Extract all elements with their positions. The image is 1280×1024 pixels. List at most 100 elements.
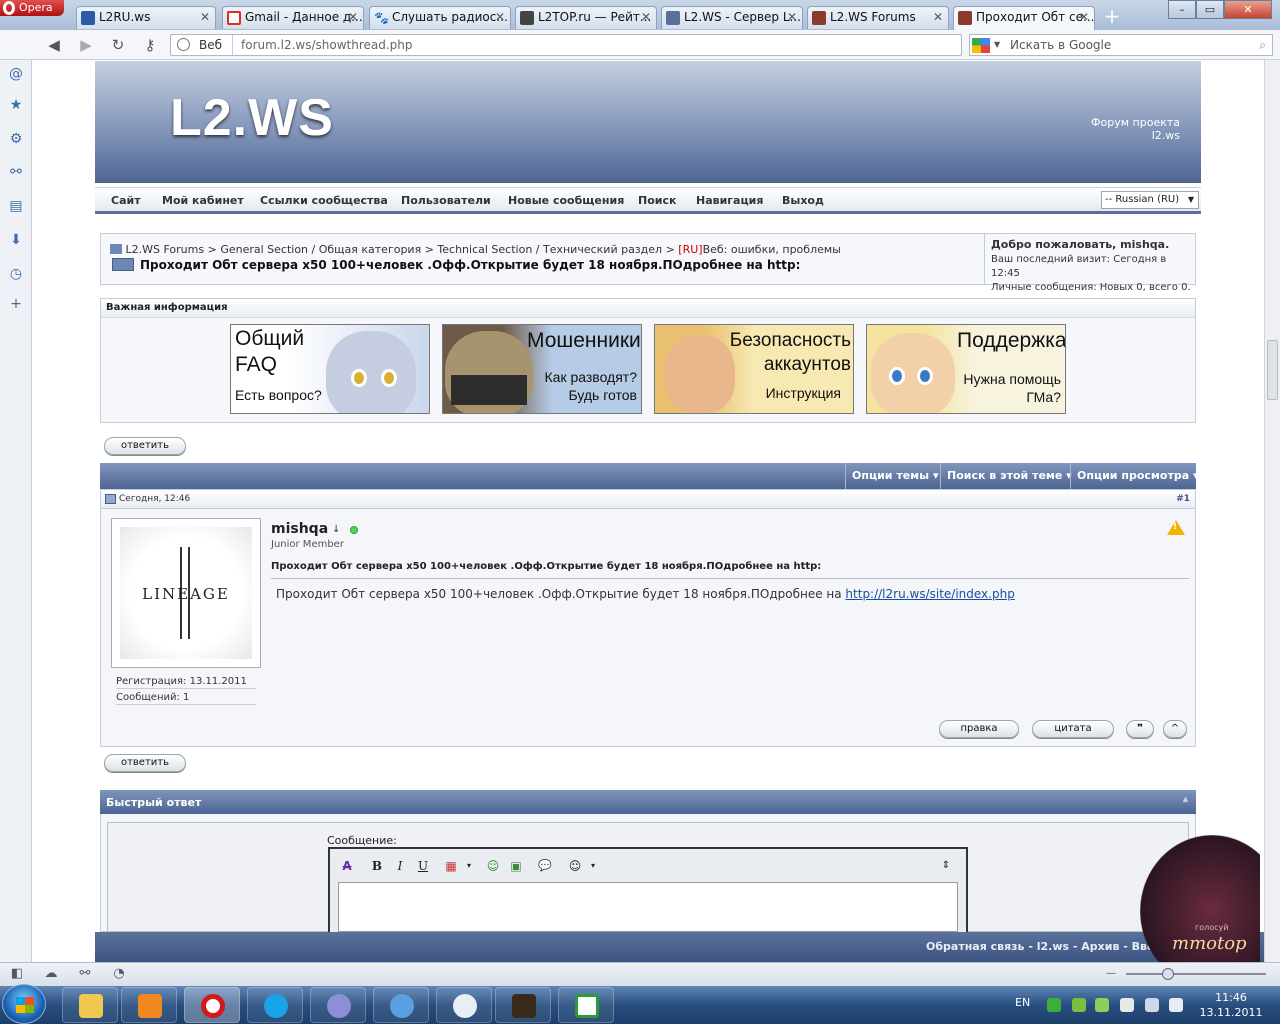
resize-icon[interactable]: ⇕ xyxy=(937,857,955,875)
taskbar-opera[interactable] xyxy=(184,987,240,1023)
tray-icon[interactable] xyxy=(1120,998,1134,1012)
tab-radio[interactable]: 🐾 Слушать радиос... ✕ xyxy=(369,6,511,29)
tab-close-icon[interactable]: ✕ xyxy=(495,7,505,28)
nav-link-logout[interactable]: Выход xyxy=(782,194,824,207)
forum-footer[interactable]: Обратная связь - l2.ws - Архив - Ввер xyxy=(95,932,1264,962)
forward-arrow-icon[interactable]: ▶ xyxy=(77,36,95,54)
quote-button[interactable]: цитата xyxy=(1032,720,1114,738)
search-icon[interactable]: ⌕ xyxy=(1259,35,1266,55)
private-messages[interactable]: Личные сообщения: Новых 0, всего 0. xyxy=(991,282,1191,293)
tab-l2top[interactable]: L2TOP.ru — Рейт... ✕ xyxy=(515,6,657,29)
downloads-icon[interactable]: ⬇ xyxy=(8,232,24,248)
thread-options-menu[interactable]: Опции темы ▾ xyxy=(845,463,944,489)
nav-link-usercp[interactable]: Мой кабинет xyxy=(162,194,244,207)
tab-close-icon[interactable]: ✕ xyxy=(933,7,943,28)
taskbar-skype[interactable] xyxy=(247,987,303,1023)
tab-l2ru[interactable]: L2RU.ws ✕ xyxy=(76,6,216,29)
collapse-icon[interactable]: ⩓ xyxy=(1183,795,1188,805)
banner-security[interactable]: Безопасность аккаунтов Инструкция xyxy=(654,324,854,414)
nav-link-search[interactable]: Поиск xyxy=(638,194,676,207)
scrollbar-thumb[interactable] xyxy=(1267,340,1278,400)
taskbar-pidgin[interactable] xyxy=(310,987,366,1023)
tab-gmail[interactable]: Gmail - Данное д... ✕ xyxy=(222,6,364,29)
avatar[interactable]: LINEAGE xyxy=(111,518,261,668)
taskbar-clock[interactable]: 11:46 13.11.2011 xyxy=(1195,990,1267,1020)
banner-faq[interactable]: Общий FAQ Есть вопрос? xyxy=(230,324,430,414)
key-icon[interactable]: ⚷ xyxy=(141,36,159,54)
new-tab-button[interactable]: + xyxy=(1100,6,1124,26)
site-logo[interactable]: L2.WS xyxy=(170,88,334,148)
tray-icon[interactable] xyxy=(1047,998,1061,1012)
tray-icon[interactable] xyxy=(1072,998,1086,1012)
zoom-slider-knob[interactable] xyxy=(1162,968,1174,980)
reply-button-bottom[interactable]: ответить xyxy=(104,754,186,772)
breadcrumb-technical[interactable]: Technical Section / Технический раздел xyxy=(437,243,662,256)
taskbar-qip[interactable] xyxy=(373,987,429,1023)
reload-icon[interactable]: ↻ xyxy=(109,36,127,54)
search-field[interactable]: ▼ Искать в Google ⌕ xyxy=(969,34,1273,56)
reply-button-top[interactable]: ответить xyxy=(104,437,186,455)
smiley-icon[interactable]: ☺ xyxy=(566,857,584,875)
history-clock-icon[interactable]: ◷ xyxy=(8,266,24,282)
taskbar-explorer[interactable] xyxy=(62,987,118,1023)
nav-link-new-posts[interactable]: Новые сообщения xyxy=(508,194,624,207)
bookmarks-star-icon[interactable]: ★ xyxy=(8,97,24,113)
maximize-button[interactable]: ▭ xyxy=(1196,0,1224,19)
text-color-icon[interactable]: ▦ xyxy=(442,857,460,875)
multiquote-icon[interactable]: ❞ xyxy=(1126,720,1154,738)
panel-toggle-icon[interactable]: ◧ xyxy=(9,966,25,982)
nav-link-site[interactable]: Сайт xyxy=(111,194,141,207)
close-window-button[interactable]: ✕ xyxy=(1224,0,1272,19)
tab-close-icon[interactable]: ✕ xyxy=(1079,7,1089,28)
tab-close-icon[interactable]: ✕ xyxy=(348,7,358,28)
breadcrumb-general[interactable]: General Section / Общая категория xyxy=(220,243,421,256)
taskbar-media-player[interactable] xyxy=(121,987,177,1023)
back-arrow-icon[interactable]: ◀ xyxy=(45,36,63,54)
opera-menu-button[interactable]: Opera xyxy=(0,0,64,16)
address-field[interactable]: Веб forum.l2.ws/showthread.php xyxy=(170,34,962,56)
tab-l2ws-forums[interactable]: L2.WS Forums ✕ xyxy=(807,6,949,29)
widgets-gear-icon[interactable]: ⚙ xyxy=(8,131,24,147)
banner-support[interactable]: Поддержка Нужна помощь ГМа? xyxy=(866,324,1066,414)
italic-icon[interactable]: I xyxy=(391,857,409,875)
message-textarea[interactable] xyxy=(338,882,958,932)
page-scrollbar[interactable] xyxy=(1264,60,1280,962)
bold-icon[interactable]: B xyxy=(368,857,386,875)
opera-link-cloud-icon[interactable]: ☁ xyxy=(43,966,59,982)
search-engine-dropdown-icon[interactable]: ▼ xyxy=(994,35,1000,55)
scroll-top-icon[interactable]: ^ xyxy=(1163,720,1187,738)
nav-link-members[interactable]: Пользователи xyxy=(401,194,491,207)
turbo-icon[interactable]: ◔ xyxy=(111,966,127,982)
display-options-menu[interactable]: Опции просмотра ▾ xyxy=(1070,463,1204,489)
tab-close-icon[interactable]: ✕ xyxy=(641,7,651,28)
breadcrumb-home[interactable]: L2.WS Forums xyxy=(126,243,205,256)
mail-icon[interactable]: @ xyxy=(8,66,24,82)
taskbar-lineage[interactable] xyxy=(495,987,551,1023)
user-menu-arrow-icon[interactable]: ↓ xyxy=(332,524,340,535)
unite-status-icon[interactable]: ⚯ xyxy=(77,966,93,982)
nav-link-community[interactable]: Ссылки сообщества xyxy=(260,194,388,207)
view-icon[interactable]: — xyxy=(1103,966,1119,982)
search-thread-menu[interactable]: Поиск в этой теме ▾ xyxy=(940,463,1078,489)
unite-icon[interactable]: ⚯ xyxy=(8,164,24,180)
post-number[interactable]: #1 xyxy=(1160,494,1190,504)
taskbar-headset-app[interactable] xyxy=(436,987,492,1023)
input-language[interactable]: EN xyxy=(1015,996,1030,1009)
insert-link-icon[interactable]: ☺ xyxy=(484,857,502,875)
post-username[interactable]: mishqa xyxy=(271,521,328,537)
tray-icon[interactable] xyxy=(1095,998,1109,1012)
tab-l2ws-server[interactable]: L2.WS - Сервер L... ✕ xyxy=(661,6,803,29)
welcome-title[interactable]: Добро пожаловать, mishqa. xyxy=(991,238,1169,251)
forum-home-icon[interactable] xyxy=(110,244,122,254)
insert-image-icon[interactable]: ▣ xyxy=(507,857,525,875)
volume-icon[interactable] xyxy=(1169,998,1183,1012)
insert-quote-icon[interactable]: 💬 xyxy=(536,857,554,875)
language-select[interactable]: -- Russian (RU) ▼ xyxy=(1101,191,1199,209)
underline-icon[interactable]: U xyxy=(414,857,432,875)
banner-scammers[interactable]: Мошенники Как разводят? Будь готов xyxy=(442,324,642,414)
chevron-down-icon[interactable]: ▾ xyxy=(460,857,478,875)
tab-close-icon[interactable]: ✕ xyxy=(200,7,210,28)
notes-icon[interactable]: ▤ xyxy=(8,198,24,214)
add-panel-icon[interactable]: + xyxy=(8,296,24,312)
tab-thread-active[interactable]: Проходит Обт се... ✕ xyxy=(953,6,1095,30)
